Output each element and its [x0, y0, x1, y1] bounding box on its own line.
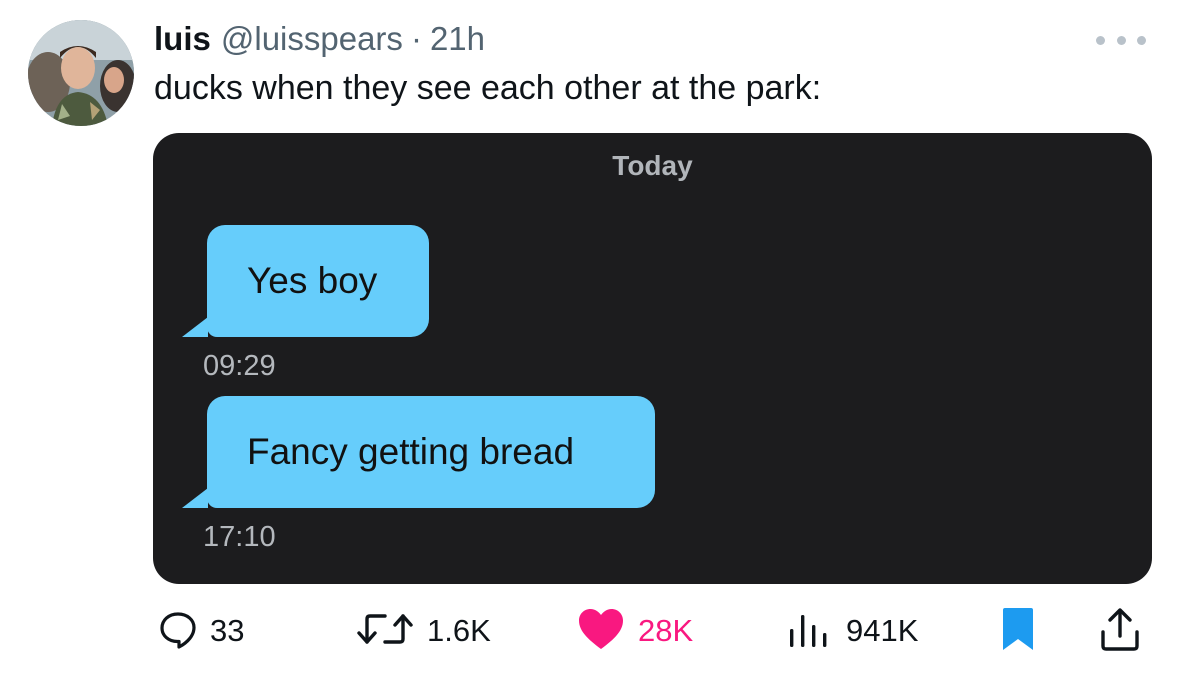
- heart-icon: [576, 607, 626, 656]
- more-options-button[interactable]: [1096, 28, 1146, 52]
- separator-dot: ·: [410, 20, 422, 57]
- like-count: 28K: [638, 613, 694, 648]
- more-dot-icon: [1096, 35, 1105, 45]
- timestamp[interactable]: 21h: [430, 16, 485, 62]
- share-button[interactable]: [1098, 606, 1142, 656]
- share-icon: [1098, 606, 1142, 657]
- message-bubble: Fancy getting bread: [207, 396, 655, 508]
- message-time: 09:29: [203, 350, 276, 382]
- retweet-button[interactable]: 1.6K: [355, 606, 491, 656]
- tweet-media[interactable]: Today Yes boy 09:29 Fancy getting bread …: [153, 133, 1152, 584]
- reply-button[interactable]: 33: [158, 606, 244, 656]
- avatar-photo: [28, 20, 134, 126]
- message-time: 17:10: [203, 521, 276, 553]
- views-icon: [786, 609, 834, 654]
- retweet-count: 1.6K: [427, 613, 491, 648]
- tweet-header: luis @luisspears · 21h: [154, 16, 485, 62]
- avatar[interactable]: [28, 20, 134, 126]
- reply-count: 33: [210, 613, 245, 648]
- bookmark-button[interactable]: [1000, 606, 1036, 656]
- views-button[interactable]: 941K: [786, 606, 918, 656]
- more-dot-icon: [1116, 35, 1126, 45]
- bubble-tail: [182, 488, 208, 508]
- message-bubble: Yes boy: [207, 225, 429, 337]
- chat-date-label: Today: [612, 150, 693, 181]
- like-button[interactable]: 28K: [576, 606, 693, 656]
- bookmark-icon: [1000, 606, 1036, 657]
- display-name[interactable]: luis: [154, 16, 211, 62]
- more-dot-icon: [1137, 35, 1146, 45]
- action-bar: 33 1.6K 28K 941K: [0, 606, 1179, 656]
- message-text: Yes boy: [247, 260, 378, 301]
- user-handle[interactable]: @luisspears: [221, 16, 403, 62]
- retweet-icon: [355, 609, 415, 654]
- reply-icon: [158, 609, 198, 654]
- message-text: Fancy getting bread: [247, 431, 575, 472]
- views-count: 941K: [846, 613, 919, 648]
- bubble-tail: [182, 317, 208, 337]
- tweet-text: ducks when they see each other at the pa…: [154, 69, 822, 107]
